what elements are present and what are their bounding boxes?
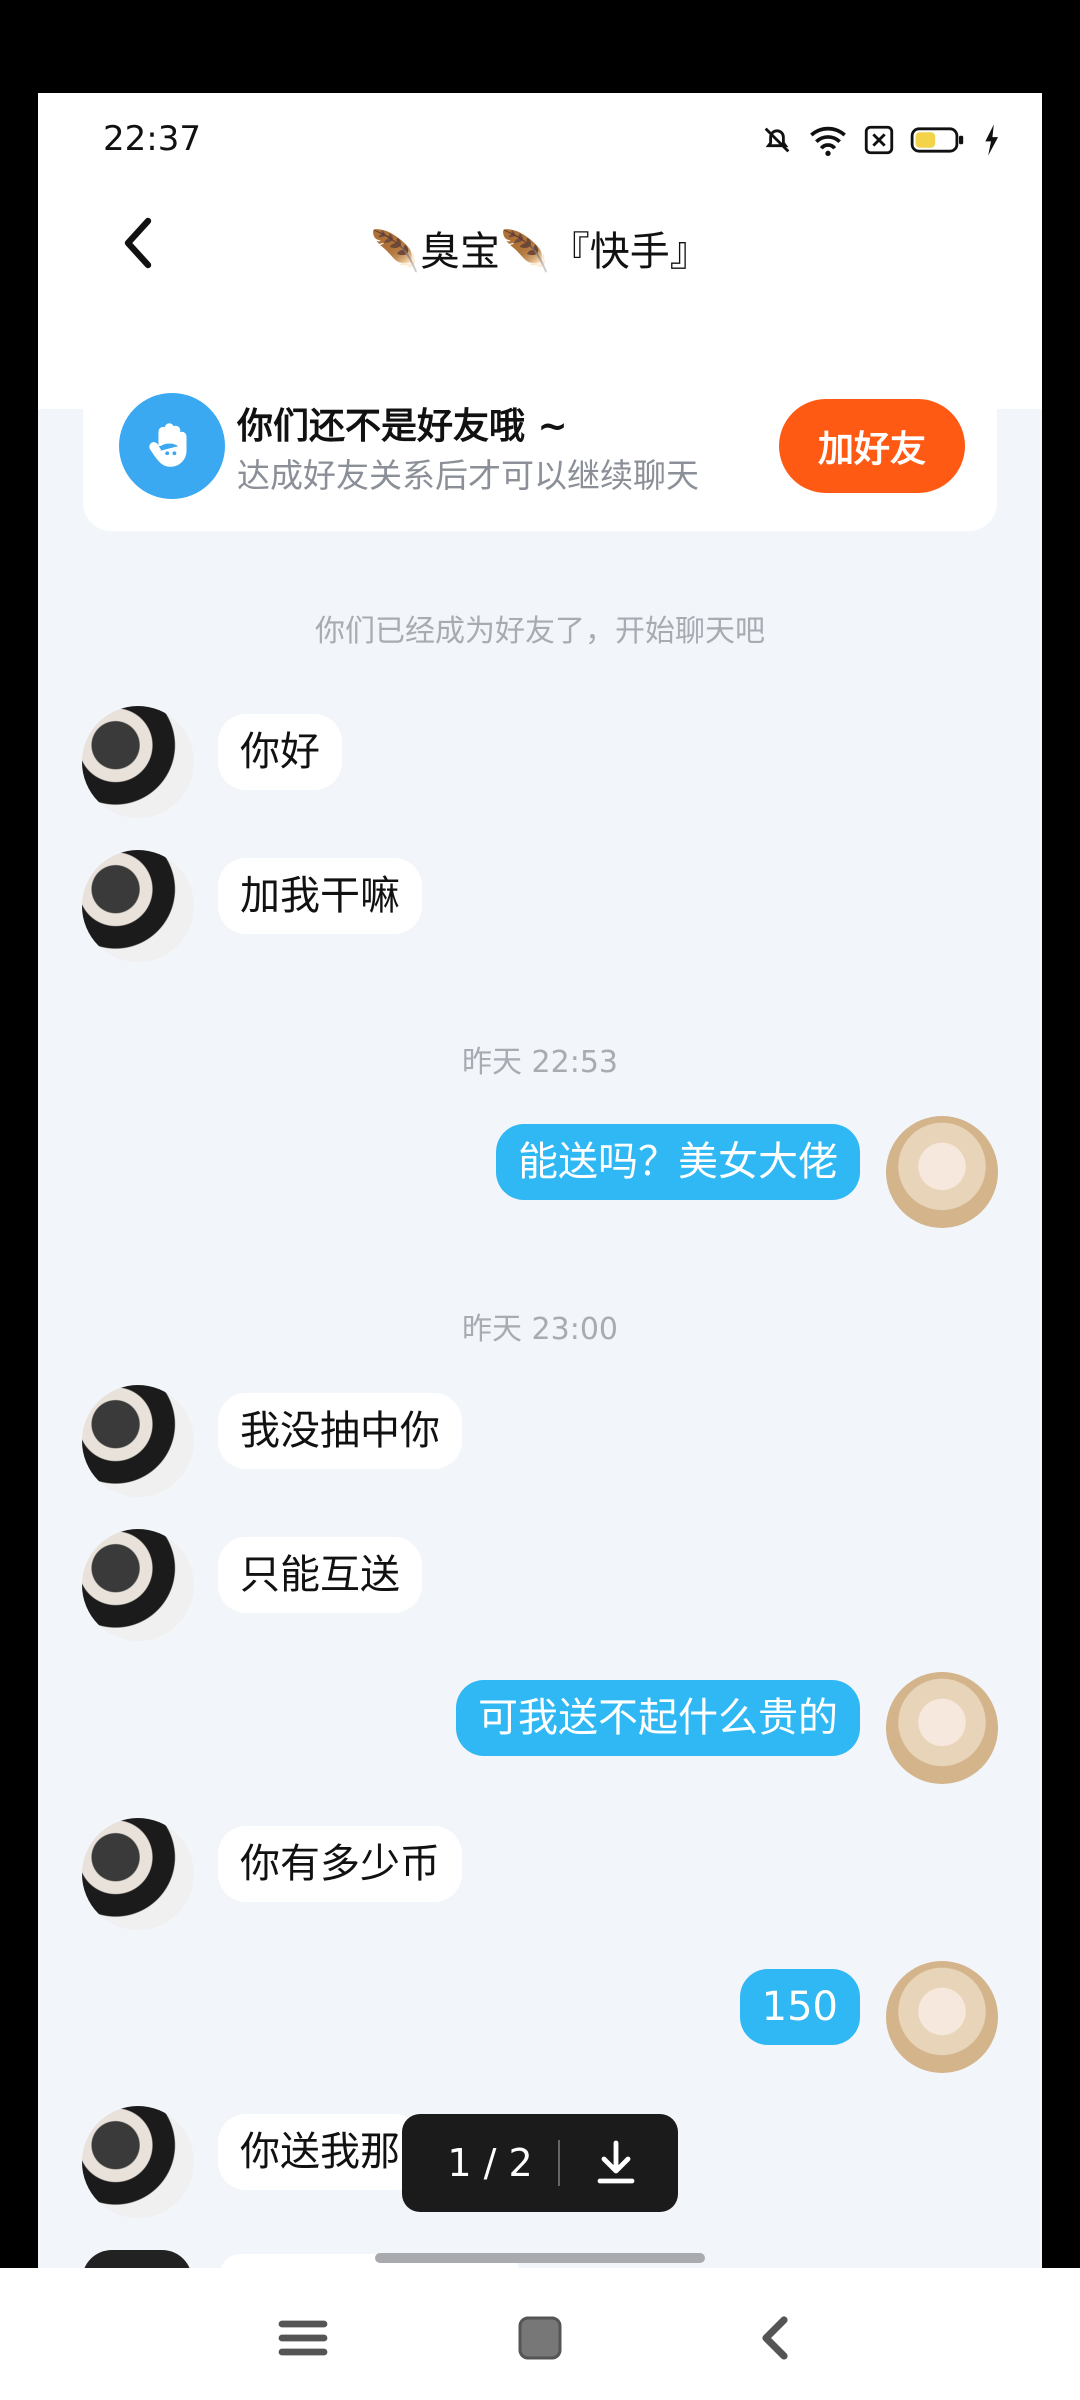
message-bubble[interactable]: 加我干嘛 (218, 858, 422, 934)
wifi-icon (810, 126, 846, 156)
divider (558, 2140, 560, 2186)
message-row: 你有多少币 (38, 1818, 1042, 1938)
avatar[interactable] (886, 1961, 998, 2073)
status-icons (760, 115, 1002, 165)
battery-icon (910, 127, 964, 153)
message-bubble[interactable]: 你有多少币 (218, 1826, 462, 1902)
home-icon (518, 2316, 562, 2360)
message-row: 能送吗？美女大佬 (38, 1116, 1042, 1236)
message-bubble[interactable]: 可我送不起什么贵的 (456, 1680, 860, 1756)
system-message: 你们已经成为好友了，开始聊天吧 (315, 614, 765, 649)
add-friend-button[interactable]: 加好友 (779, 399, 965, 493)
not-friend-card: 你们还不是好友哦 ~ 达成好友关系后才可以继续聊天 加好友 (83, 361, 997, 531)
message-row: 可我送不起什么贵的 (38, 1672, 1042, 1792)
message-row: 加我干嘛 (38, 850, 1042, 970)
avatar[interactable] (82, 1818, 194, 1930)
card-subtitle: 达成好友关系后才可以继续聊天 (237, 456, 699, 495)
message-bubble[interactable]: 只能互送 (218, 1537, 422, 1613)
message-bubble[interactable]: 你送我那 (218, 2114, 422, 2190)
menu-icon (278, 2320, 328, 2356)
message-bubble[interactable]: 我没抽中你 (218, 1393, 462, 1469)
timestamp: 昨天 23:00 (462, 1312, 618, 1347)
image-viewer-overlay: 1 / 2 (402, 2114, 678, 2212)
timestamp: 昨天 22:53 (462, 1045, 618, 1080)
menu-button[interactable] (263, 2298, 343, 2378)
back-icon (762, 2316, 788, 2360)
avatar[interactable] (82, 706, 194, 818)
message-bubble[interactable]: 150 (739, 1969, 860, 2045)
chat-screen: 22:37 🪶臭宝🪶『快手』 你们还不是好友哦 ~ 达成好友关系后才可以继续聊天… (38, 93, 1042, 2269)
avatar[interactable] (82, 1529, 194, 1641)
download-icon (597, 2140, 635, 2184)
avatar[interactable] (82, 850, 194, 962)
message-row: 你好 (38, 706, 1042, 826)
system-navigation-bar (0, 2268, 1080, 2400)
gesture-handle[interactable] (375, 2253, 705, 2263)
chat-title: 🪶臭宝🪶『快手』 (370, 229, 710, 275)
avatar[interactable] (886, 1116, 998, 1228)
download-button[interactable] (576, 2123, 656, 2203)
wave-hand-icon (119, 393, 225, 499)
avatar[interactable] (886, 1672, 998, 1784)
avatar[interactable] (82, 1385, 194, 1497)
page-indicator: 1 / 2 (447, 2141, 533, 2185)
home-button[interactable] (500, 2298, 580, 2378)
avatar[interactable] (82, 2106, 194, 2218)
status-time: 22:37 (103, 119, 201, 159)
mute-bell-icon (764, 127, 790, 153)
charging-icon (985, 124, 999, 156)
message-row: 只能互送 (38, 1529, 1042, 1649)
message-bubble[interactable]: 能送吗？美女大佬 (496, 1124, 860, 1200)
message-row: 150 (38, 1961, 1042, 2081)
sim-x-icon (864, 125, 894, 155)
message-row: 我没抽中你 (38, 1385, 1042, 1505)
status-bar: 22:37 (38, 93, 1042, 193)
card-title: 你们还不是好友哦 ~ (237, 406, 568, 447)
back-nav-button[interactable] (735, 2298, 815, 2378)
message-bubble[interactable]: 你好 (218, 714, 342, 790)
